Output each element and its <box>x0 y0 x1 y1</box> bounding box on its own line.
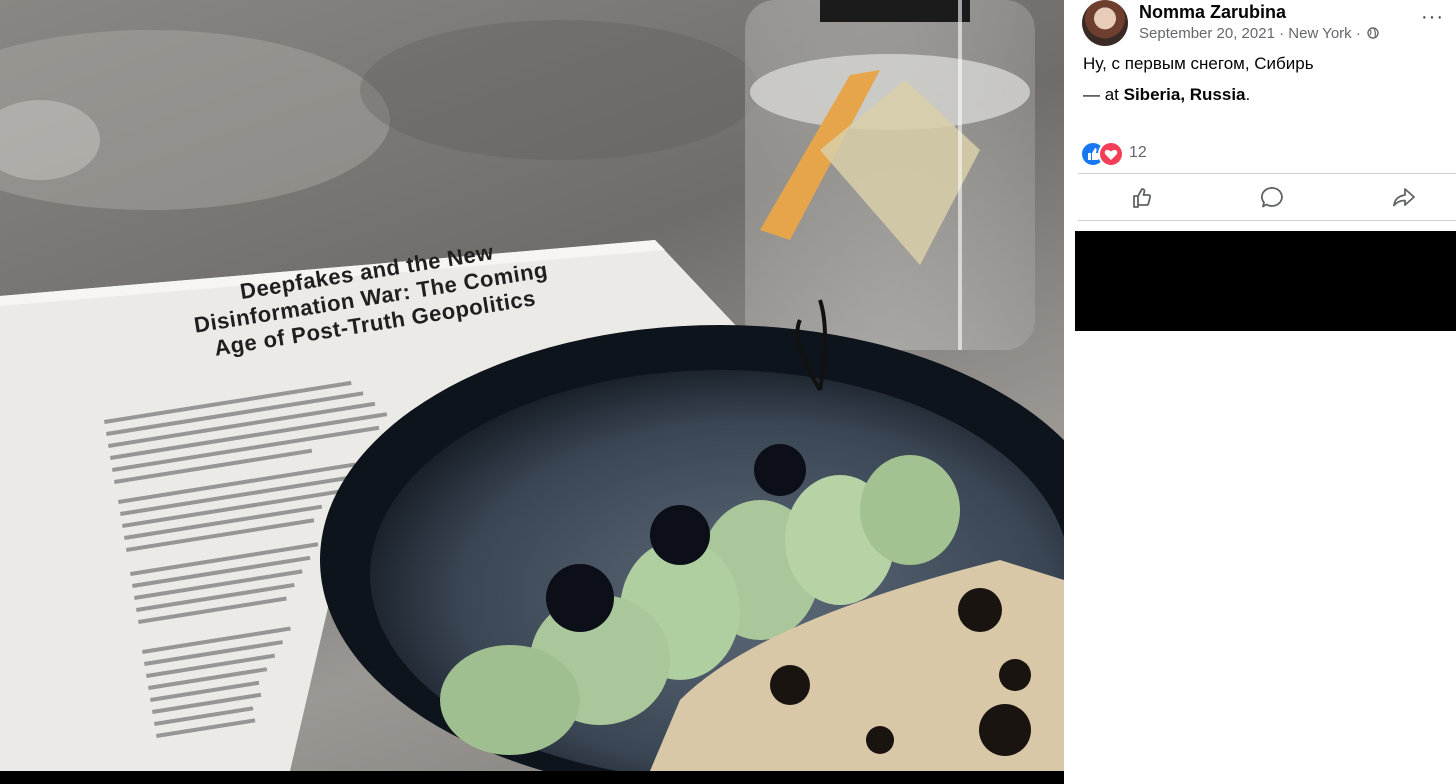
more-options-icon[interactable]: ··· <box>1421 6 1444 29</box>
post-details-panel: Nomma Zarubina September 20, 2021 · New … <box>1064 0 1456 784</box>
comment-bubble-icon[interactable] <box>1259 184 1287 212</box>
reaction-count[interactable]: 12 <box>1129 144 1147 162</box>
love-icon <box>1098 141 1124 167</box>
checkin-suffix: . <box>1245 85 1251 104</box>
avatar[interactable] <box>1082 0 1128 46</box>
photo-bottom-bar <box>0 771 1064 784</box>
globe-icon[interactable] <box>1367 27 1379 39</box>
water-glass <box>745 0 1035 350</box>
photo-scene <box>0 0 1064 771</box>
meta-separator-2: · <box>1351 25 1365 42</box>
post-text: Ну, с первым снегом, Сибирь <box>1083 54 1314 73</box>
share-arrow-icon[interactable] <box>1389 184 1417 212</box>
redacted-block <box>1075 231 1456 331</box>
checkin-place-link[interactable]: Siberia, Russia <box>1124 85 1246 104</box>
post-photo[interactable]: Deepfakes and the New Disinformation War… <box>0 0 1064 771</box>
post-date[interactable]: September 20, 2021 <box>1139 25 1275 42</box>
meta-separator: · <box>1274 25 1289 42</box>
thumbs-up-icon[interactable] <box>1129 184 1157 212</box>
divider-bottom <box>1078 220 1456 221</box>
divider-top <box>1078 173 1456 174</box>
checkin-line: — at Siberia, Russia. <box>1083 84 1250 106</box>
post-location[interactable]: New York <box>1288 25 1351 42</box>
post-meta: September 20, 2021 · New York · <box>1139 25 1379 42</box>
author-name[interactable]: Nomma Zarubina <box>1139 2 1286 23</box>
checkin-prefix: — at <box>1083 85 1124 104</box>
